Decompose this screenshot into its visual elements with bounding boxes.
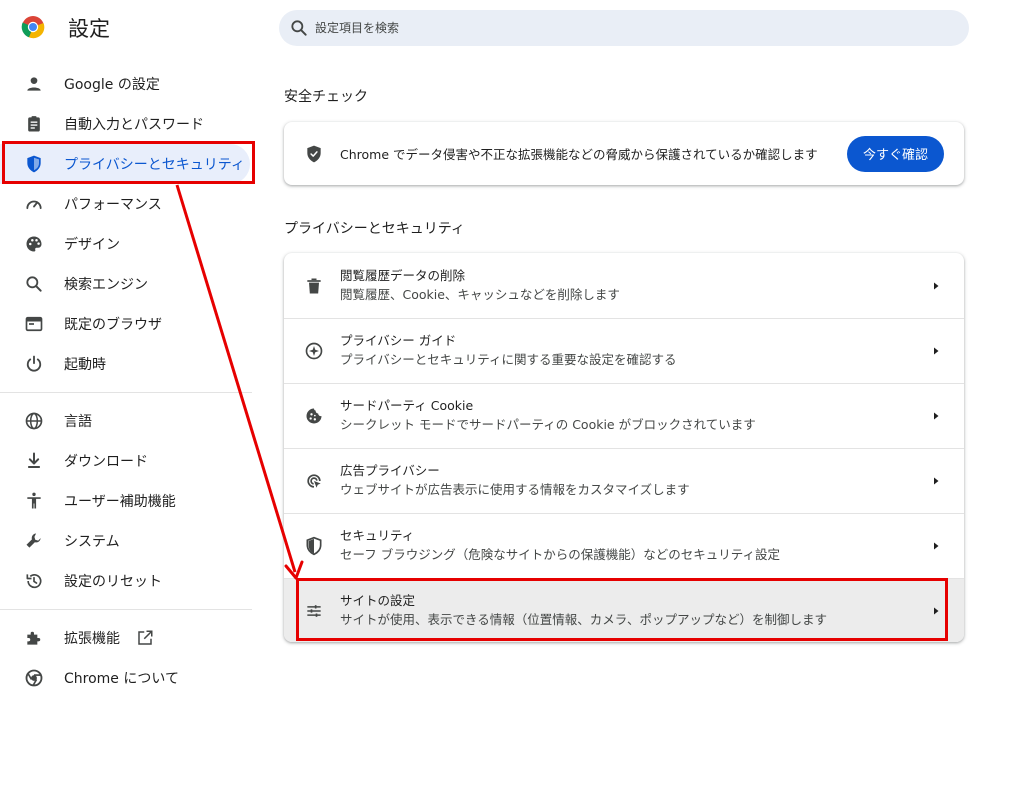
sidebar-item-label: Chrome について (64, 671, 179, 687)
sidebar-item-system[interactable]: システム (0, 521, 250, 561)
search-icon (289, 18, 309, 38)
sidebar-item-about-chrome[interactable]: Chrome について (0, 658, 250, 698)
reset-icon (24, 571, 44, 591)
sidebar-item-on-startup[interactable]: 起動時 (0, 344, 250, 384)
arrow-right-icon (926, 406, 946, 426)
chrome-icon (24, 668, 44, 688)
row-subtitle: セーフ ブラウジング（危険なサイトからの保護機能）などのセキュリティ設定 (340, 547, 780, 562)
sidebar-item-label: 既定のブラウザ (64, 317, 162, 333)
row-subtitle: サイトが使用、表示できる情報（位置情報、カメラ、ポップアップなど）を制御します (340, 612, 828, 627)
sidebar-item-label: 拡張機能 (64, 631, 120, 647)
sidebar-item-default-browser[interactable]: 既定のブラウザ (0, 304, 250, 344)
sidebar-item-privacy[interactable]: プライバシーとセキュリティ (0, 144, 250, 184)
page-title: 設定 (68, 17, 110, 41)
arrow-right-icon (926, 341, 946, 361)
wrench-icon (24, 531, 44, 551)
shield-check-icon (304, 144, 324, 164)
row-subtitle: ウェブサイトが広告表示に使用する情報をカスタマイズします (340, 482, 690, 497)
download-icon (24, 451, 44, 471)
sidebar-item-autofill[interactable]: 自動入力とパスワード (0, 104, 250, 144)
row-title: プライバシー ガイド (340, 333, 457, 348)
sidebar-item-appearance[interactable]: デザイン (0, 224, 250, 264)
site-settings-row[interactable]: サイトの設定 サイトが使用、表示できる情報（位置情報、カメラ、ポップアップなど）… (284, 578, 964, 642)
sidebar-item-languages[interactable]: 言語 (0, 401, 250, 441)
sidebar-item-google[interactable]: Google の設定 (0, 64, 250, 104)
sidebar-item-extensions[interactable]: 拡張機能 (0, 618, 250, 658)
person-icon (24, 74, 44, 94)
sidebar-item-search-engine[interactable]: 検索エンジン (0, 264, 250, 304)
safety-check-description: Chrome でデータ侵害や不正な拡張機能などの脅威から保護されているか確認しま… (340, 147, 818, 162)
sidebar-item-label: 自動入力とパスワード (64, 117, 204, 133)
open-in-new-icon (136, 629, 154, 647)
search-input[interactable] (313, 20, 917, 36)
row-title: サイトの設定 (340, 593, 416, 608)
trash-icon (304, 276, 324, 296)
row-subtitle: プライバシーとセキュリティに関する重要な設定を確認する (340, 352, 677, 367)
row-title: 広告プライバシー (340, 463, 440, 478)
sidebar-divider (0, 392, 252, 393)
arrow-right-icon (926, 536, 946, 556)
arrow-right-icon (926, 601, 946, 621)
speedometer-icon (24, 194, 44, 214)
sidebar-item-label: 言語 (64, 414, 92, 430)
safety-check-heading: 安全チェック (284, 89, 368, 105)
row-title: サードパーティ Cookie (340, 398, 474, 413)
sidebar-item-label: システム (64, 534, 120, 550)
puzzle-icon (24, 628, 44, 648)
third-party-cookies-row[interactable]: サードパーティ Cookie シークレット モードでサードパーティの Cooki… (284, 383, 964, 448)
arrow-right-icon (926, 276, 946, 296)
sidebar-item-label: ユーザー補助機能 (64, 494, 176, 510)
cookie-icon (304, 406, 324, 426)
browser-icon (24, 314, 44, 334)
sidebar-item-label: 設定のリセット (64, 574, 162, 590)
ad-privacy-icon (304, 471, 324, 491)
row-subtitle: シークレット モードでサードパーティの Cookie がブロックされています (340, 417, 756, 432)
row-title: 閲覧履歴データの削除 (340, 267, 466, 283)
privacy-guide-row[interactable]: プライバシー ガイド プライバシーとセキュリティに関する重要な設定を確認する (284, 318, 964, 383)
sidebar-item-reset[interactable]: 設定のリセット (0, 561, 250, 601)
power-icon (24, 354, 44, 374)
sidebar-item-downloads[interactable]: ダウンロード (0, 441, 250, 481)
arrow-right-icon (926, 471, 946, 491)
sidebar-item-label: パフォーマンス (64, 197, 162, 213)
sidebar-item-label: ダウンロード (64, 454, 148, 470)
privacy-security-heading: プライバシーとセキュリティ (284, 221, 465, 237)
privacy-security-card: 閲覧履歴データの削除 閲覧履歴、Cookie、キャッシュなどを削除します プライ… (284, 253, 964, 642)
sidebar-item-label: 検索エンジン (64, 277, 148, 293)
globe-icon (24, 411, 44, 431)
sidebar-divider (0, 609, 252, 610)
compass-icon (304, 341, 324, 361)
palette-icon (24, 234, 44, 254)
sidebar-item-accessibility[interactable]: ユーザー補助機能 (0, 481, 250, 521)
tune-icon (304, 601, 324, 621)
clipboard-icon (24, 114, 44, 134)
sidebar-item-label: プライバシーとセキュリティ (64, 157, 245, 173)
sidebar-item-performance[interactable]: パフォーマンス (0, 184, 250, 224)
row-subtitle: 閲覧履歴、Cookie、キャッシュなどを削除します (340, 286, 620, 302)
row-title: セキュリティ (340, 528, 415, 543)
sidebar-item-label: 起動時 (64, 357, 106, 373)
sidebar-item-label: Google の設定 (64, 77, 160, 93)
security-row[interactable]: セキュリティ セーフ ブラウジング（危険なサイトからの保護機能）などのセキュリテ… (284, 513, 964, 578)
search-bar[interactable] (279, 10, 969, 46)
search-icon (24, 274, 44, 294)
clear-browsing-data-row[interactable]: 閲覧履歴データの削除 閲覧履歴、Cookie、キャッシュなどを削除します (284, 253, 964, 318)
safety-check-card: Chrome でデータ侵害や不正な拡張機能などの脅威から保護されているか確認しま… (284, 122, 964, 185)
accessibility-icon (24, 491, 44, 511)
shield-icon (24, 154, 44, 174)
sidebar-item-label: デザイン (64, 237, 120, 253)
check-now-button[interactable]: 今すぐ確認 (846, 135, 944, 172)
ad-privacy-row[interactable]: 広告プライバシー ウェブサイトが広告表示に使用する情報をカスタマイズします (284, 448, 964, 513)
sidebar: Google の設定 自動入力とパスワード プライバシーとセキュリティ パフォー… (0, 64, 252, 698)
chrome-logo-icon (21, 15, 45, 39)
security-shield-icon (304, 536, 324, 556)
